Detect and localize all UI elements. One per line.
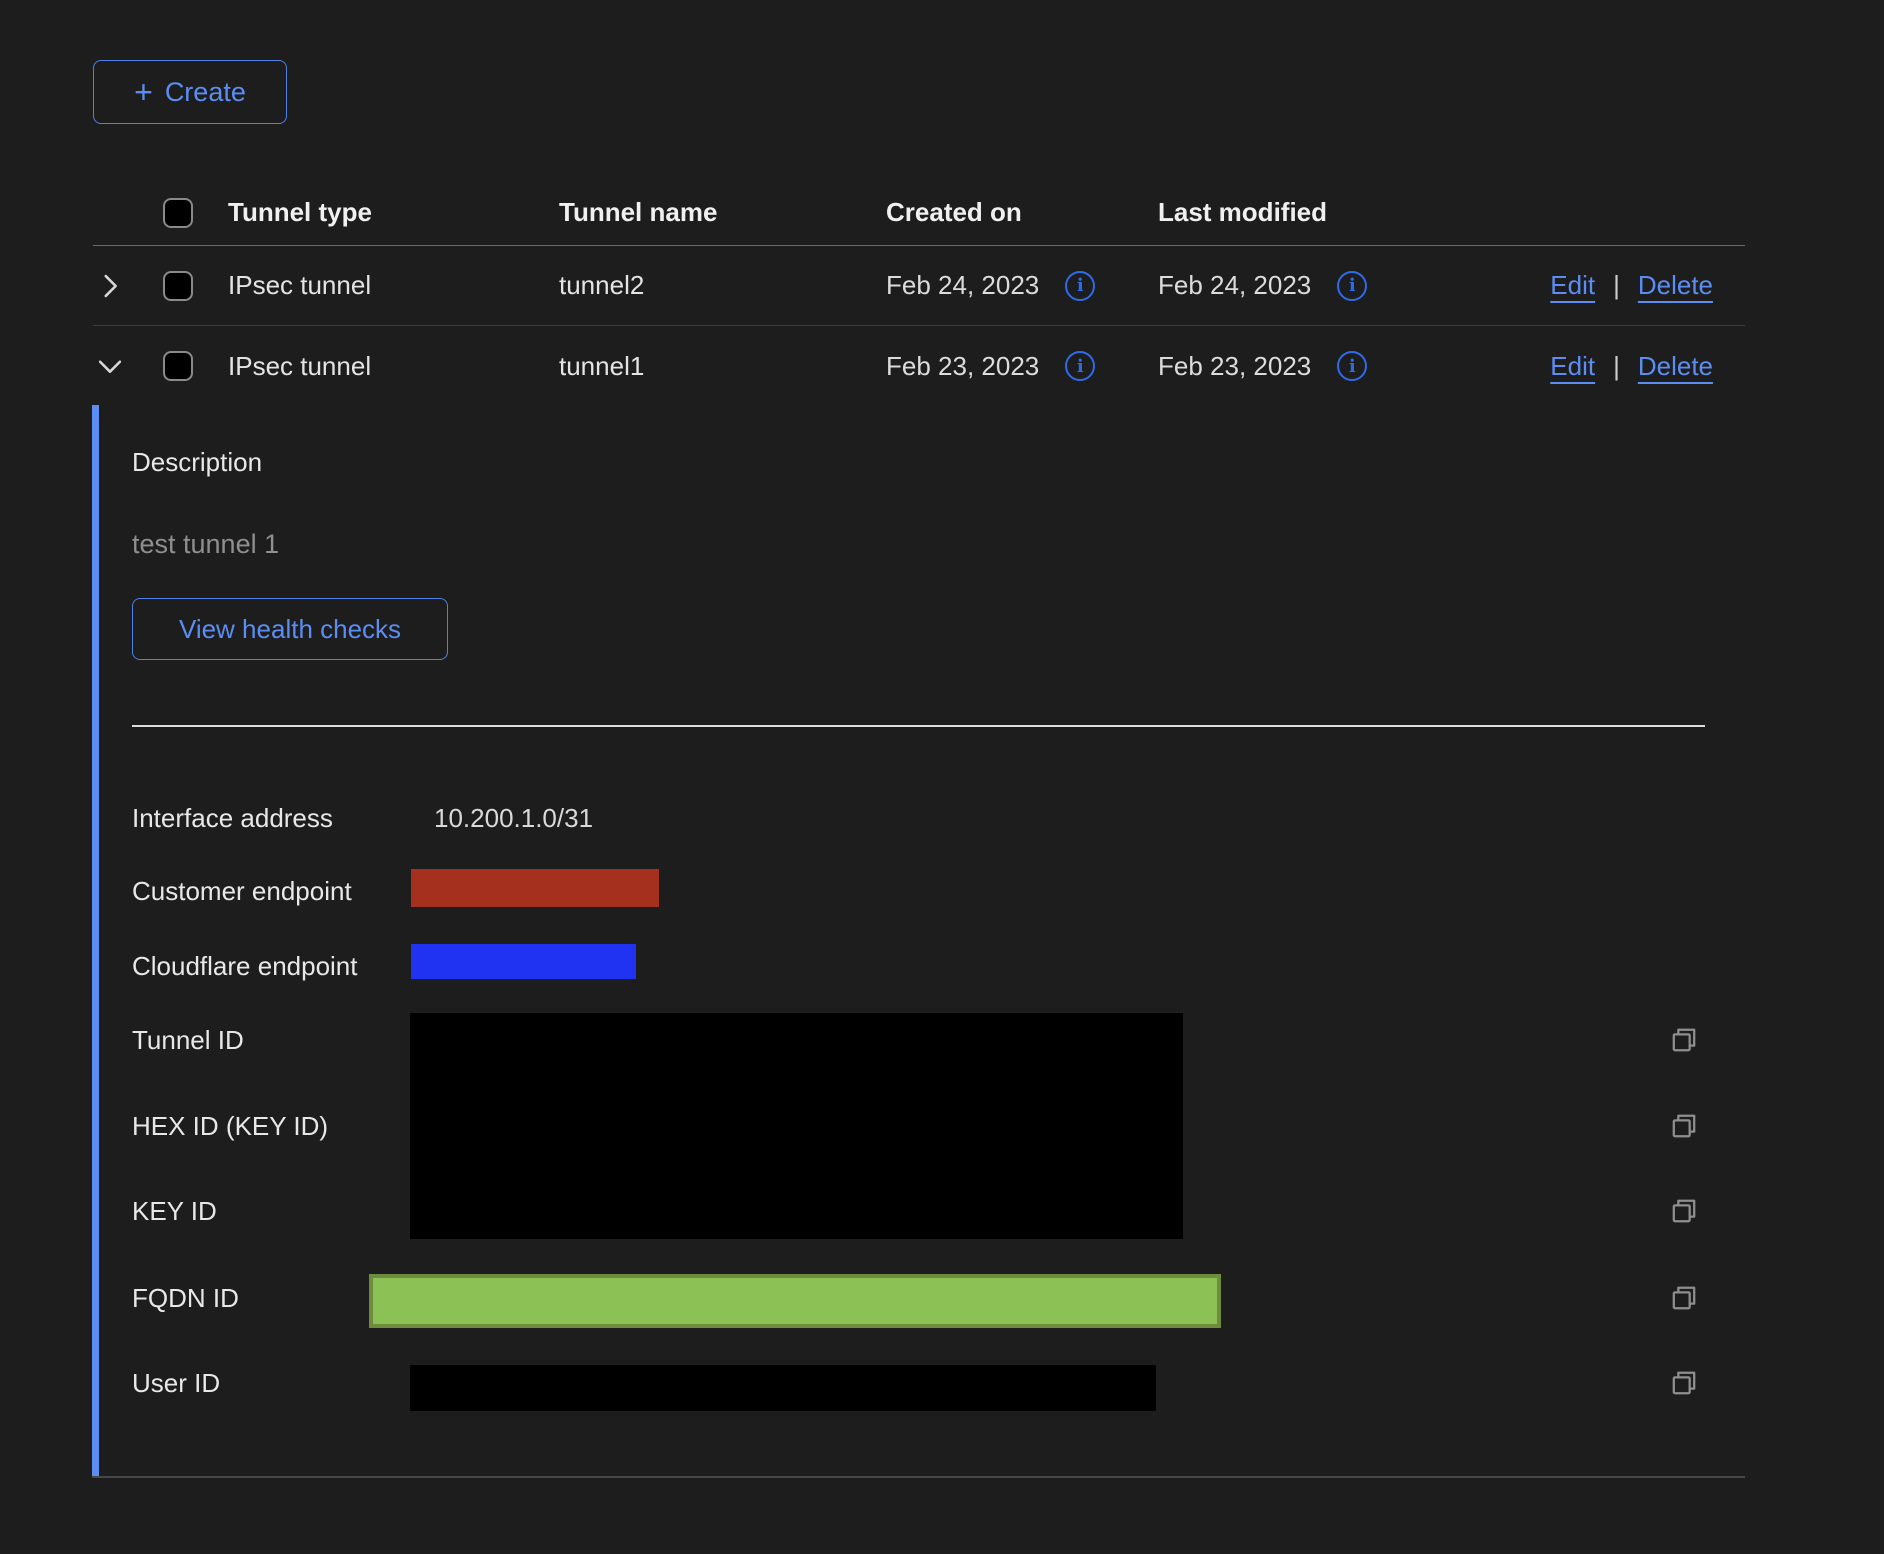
table-row-tunnel1: IPsec tunnel tunnel1 Feb 23, 2023 i Feb …	[93, 326, 1745, 406]
customer-endpoint-redacted-value	[411, 869, 659, 907]
actions-separator: |	[1613, 270, 1620, 301]
tunnels-page: { "toolbar": { "create_label": "Create" …	[0, 0, 1884, 1554]
description-value: test tunnel 1	[132, 529, 279, 560]
edit-link[interactable]: Edit	[1550, 351, 1595, 382]
info-icon[interactable]: i	[1065, 351, 1095, 381]
ids-redacted-value-block	[410, 1013, 1183, 1239]
select-all-checkbox[interactable]	[163, 198, 193, 228]
tunnel-name-cell: tunnel1	[559, 351, 886, 382]
info-icon[interactable]: i	[1337, 271, 1367, 301]
copy-icon[interactable]	[1664, 1278, 1704, 1318]
customer-endpoint-label: Customer endpoint	[132, 876, 352, 907]
tunnel-name-cell: tunnel2	[559, 270, 886, 301]
tunnel-type-cell: IPsec tunnel	[228, 270, 559, 301]
fqdn-id-redacted-value	[369, 1274, 1221, 1328]
user-id-redacted-value	[410, 1365, 1156, 1411]
info-icon[interactable]: i	[1065, 271, 1095, 301]
section-divider	[132, 725, 1705, 727]
cloudflare-endpoint-redacted-value	[411, 944, 636, 979]
tunnel-detail-panel: Description test tunnel 1 View health ch…	[0, 405, 1884, 1478]
tunnels-table: Tunnel type Tunnel name Created on Last …	[93, 180, 1745, 406]
chevron-down-icon[interactable]	[93, 349, 127, 383]
panel-bottom-border	[92, 1476, 1745, 1478]
key-id-label: KEY ID	[132, 1196, 217, 1227]
info-icon[interactable]: i	[1337, 351, 1367, 381]
expanded-row-indicator-bar	[92, 405, 99, 1476]
row-checkbox[interactable]	[163, 351, 193, 381]
copy-icon[interactable]	[1664, 1363, 1704, 1403]
copy-icon[interactable]	[1664, 1106, 1704, 1146]
view-health-checks-button[interactable]: View health checks	[132, 598, 448, 660]
tunnel-type-cell: IPsec tunnel	[228, 351, 559, 382]
user-id-label: User ID	[132, 1368, 220, 1399]
copy-icon[interactable]	[1664, 1020, 1704, 1060]
cloudflare-endpoint-label: Cloudflare endpoint	[132, 951, 358, 982]
header-last-modified: Last modified	[1158, 197, 1460, 228]
plus-icon: +	[134, 76, 153, 108]
delete-link[interactable]: Delete	[1638, 351, 1713, 382]
row-checkbox[interactable]	[163, 271, 193, 301]
table-header-row: Tunnel type Tunnel name Created on Last …	[93, 180, 1745, 246]
header-tunnel-name: Tunnel name	[559, 197, 886, 228]
create-button[interactable]: + Create	[93, 60, 287, 124]
chevron-right-icon[interactable]	[93, 269, 127, 303]
description-label: Description	[132, 447, 262, 478]
header-tunnel-type: Tunnel type	[228, 197, 559, 228]
interface-address-label: Interface address	[132, 803, 333, 834]
copy-icon[interactable]	[1664, 1191, 1704, 1231]
last-modified-cell: Feb 23, 2023	[1158, 351, 1311, 382]
actions-separator: |	[1613, 351, 1620, 382]
tunnel-id-label: Tunnel ID	[132, 1025, 244, 1056]
created-on-cell: Feb 23, 2023	[886, 351, 1039, 382]
table-row-tunnel2: IPsec tunnel tunnel2 Feb 24, 2023 i Feb …	[93, 246, 1745, 326]
fqdn-id-label: FQDN ID	[132, 1283, 239, 1314]
create-button-label: Create	[165, 77, 246, 108]
last-modified-cell: Feb 24, 2023	[1158, 270, 1311, 301]
interface-address-value: 10.200.1.0/31	[434, 803, 593, 834]
delete-link[interactable]: Delete	[1638, 270, 1713, 301]
header-created-on: Created on	[886, 197, 1158, 228]
created-on-cell: Feb 24, 2023	[886, 270, 1039, 301]
hex-id-label: HEX ID (KEY ID)	[132, 1111, 328, 1142]
edit-link[interactable]: Edit	[1550, 270, 1595, 301]
